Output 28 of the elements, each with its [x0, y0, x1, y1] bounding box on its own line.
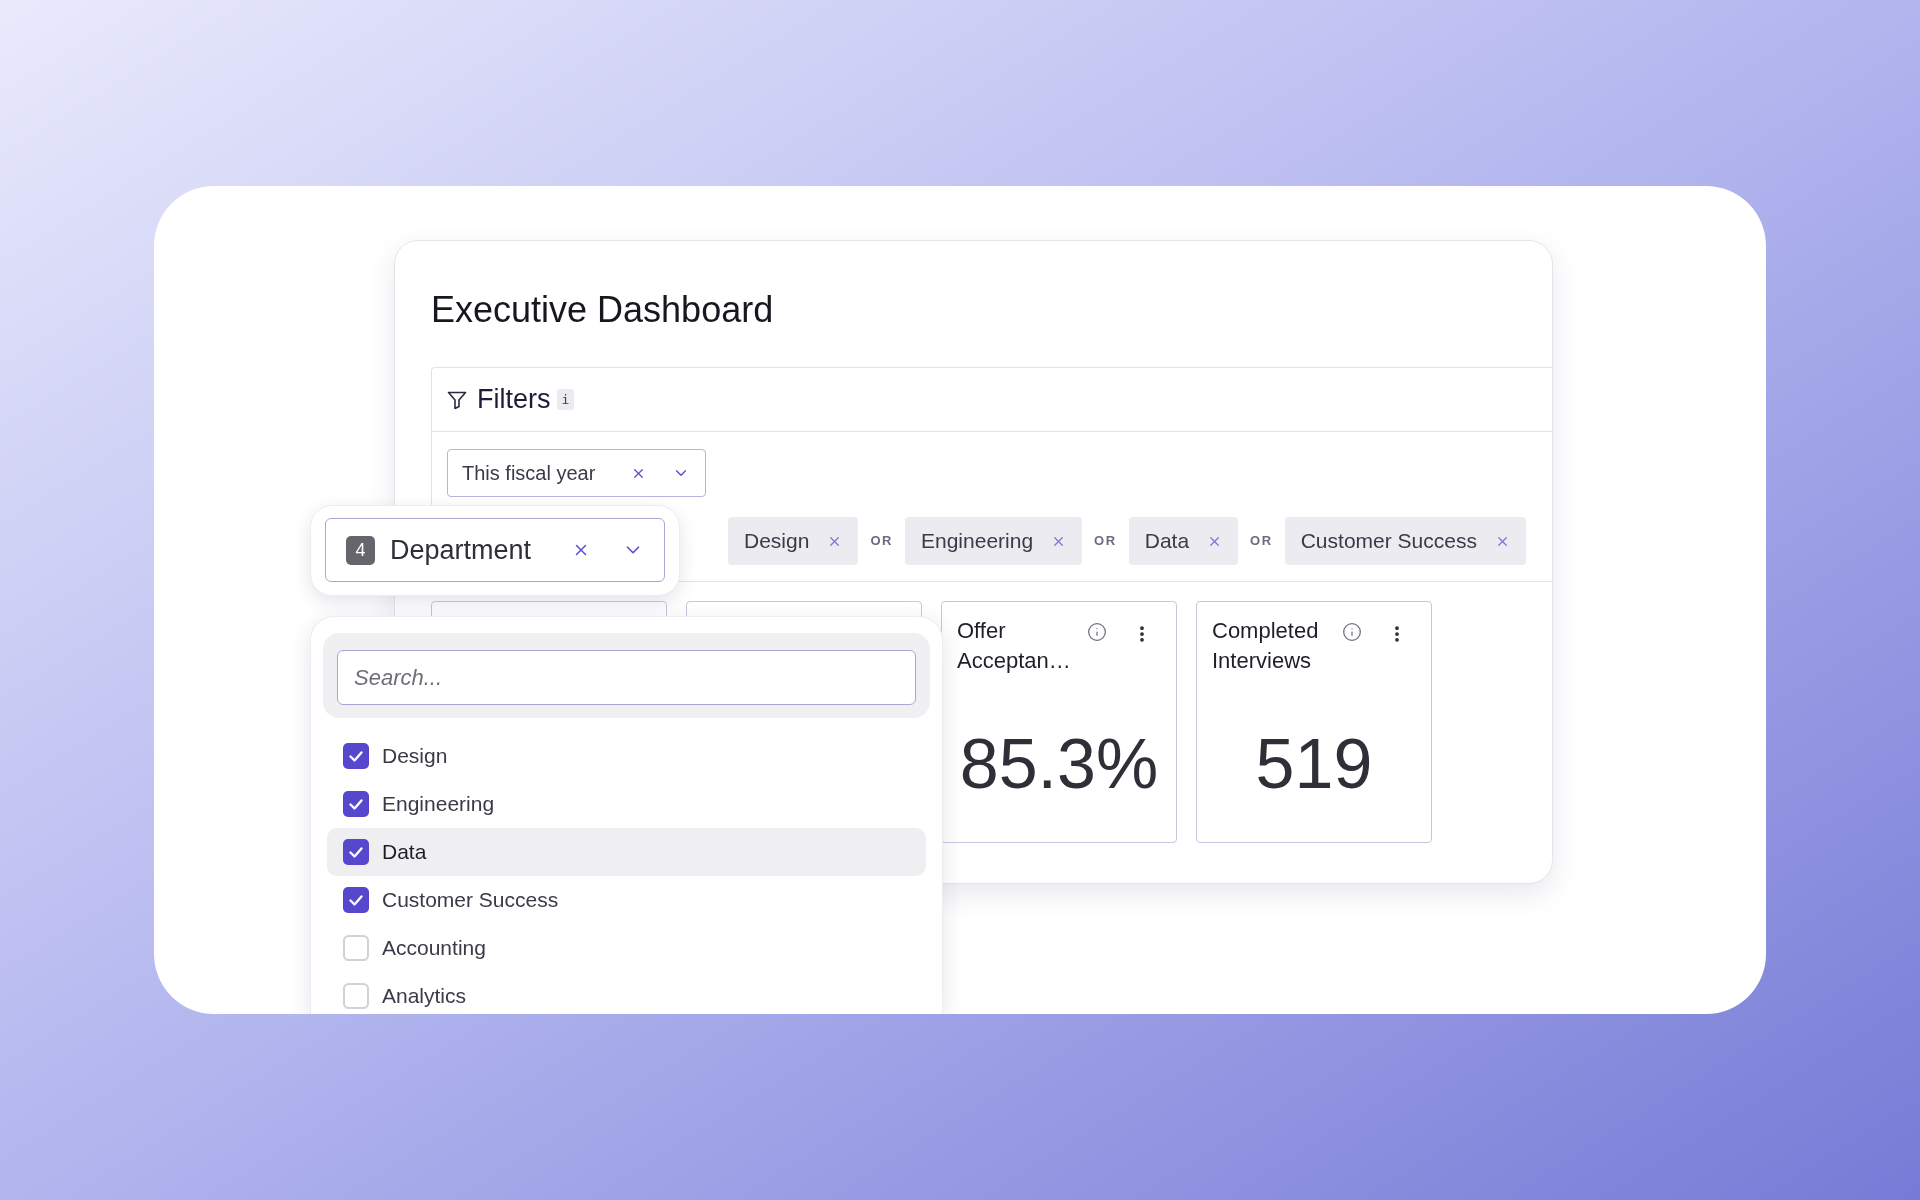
checkbox[interactable]	[343, 743, 369, 769]
checkbox[interactable]	[343, 935, 369, 961]
metric-value: 85.3%	[959, 728, 1159, 799]
dashboard-title: Executive Dashboard	[431, 289, 774, 331]
dropdown-option[interactable]: Data	[327, 828, 926, 876]
info-hint[interactable]: i	[556, 388, 575, 411]
filter-icon	[447, 389, 467, 410]
filter-chip[interactable]: Design	[728, 517, 859, 565]
metric-title: Completed Interviews	[1212, 617, 1320, 675]
checkbox[interactable]	[343, 791, 369, 817]
checkbox[interactable]	[343, 839, 369, 865]
filter-chip[interactable]: Engineering	[905, 517, 1083, 565]
date-filter-select[interactable]: This fiscal year	[447, 449, 706, 497]
count-badge: 4	[346, 535, 375, 565]
info-icon[interactable]	[1087, 622, 1107, 642]
department-select[interactable]: 4 Department	[325, 518, 665, 582]
filters-heading: Filters	[477, 383, 551, 417]
or-label: OR	[1094, 532, 1117, 551]
filter-chip[interactable]: Customer Success	[1284, 517, 1526, 565]
metric-value: 519	[1255, 728, 1373, 799]
or-label: OR	[1250, 532, 1273, 551]
filter-chip[interactable]: Data	[1128, 517, 1239, 565]
checkbox[interactable]	[343, 983, 369, 1009]
or-label: OR	[870, 532, 893, 551]
info-icon[interactable]	[1342, 622, 1362, 642]
metric-title: Offer Acceptan…	[957, 617, 1072, 675]
checkbox[interactable]	[343, 887, 369, 913]
search-field[interactable]: Search...	[337, 650, 916, 705]
